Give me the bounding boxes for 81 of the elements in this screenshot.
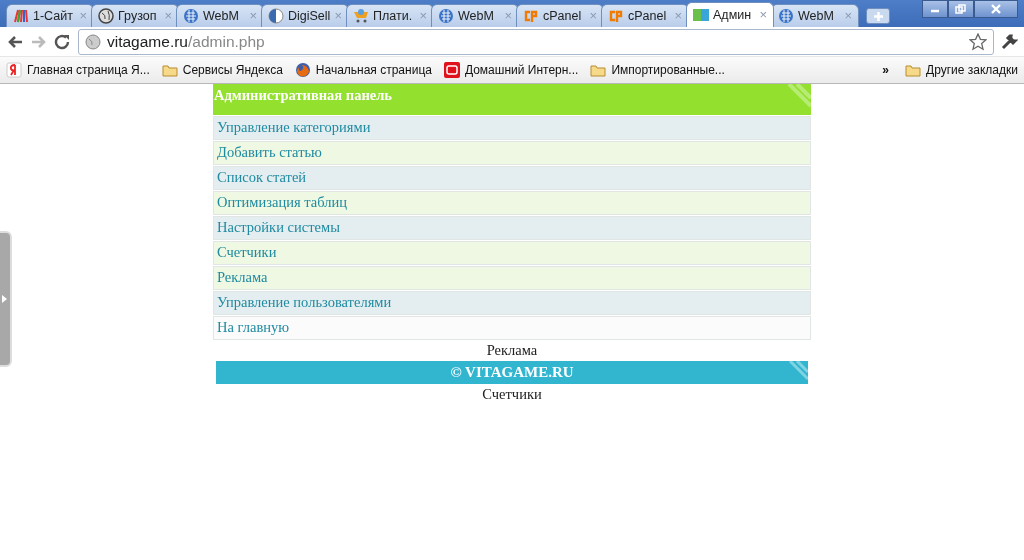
tab-title: WebM xyxy=(458,7,495,25)
menu-link[interactable]: Счетчики xyxy=(213,241,811,265)
menu-link[interactable]: Настройки системы xyxy=(213,216,811,240)
half-circle-icon xyxy=(268,8,284,24)
globe-icon xyxy=(183,8,199,24)
close-icon[interactable]: × xyxy=(844,6,852,26)
ad-label: Реклама xyxy=(485,341,539,360)
close-button[interactable] xyxy=(974,0,1018,18)
copyright-text: © VITAGAME.RU xyxy=(450,364,574,380)
browser-tab[interactable]: Плати. × xyxy=(346,4,434,27)
url-text: vitagame.ru/admin.php xyxy=(107,31,265,52)
close-icon[interactable]: × xyxy=(674,6,682,26)
menu-link[interactable]: Список статей xyxy=(213,166,811,190)
tab-title: WebM xyxy=(203,7,240,25)
yandex-icon xyxy=(6,62,22,78)
address-bar[interactable]: vitagame.ru/admin.php xyxy=(78,28,994,55)
tv-icon xyxy=(443,62,460,78)
browser-tab[interactable]: cPanel × xyxy=(601,4,689,27)
bookmark-link[interactable]: Другие закладки xyxy=(905,61,1018,79)
tab-title: DigiSell xyxy=(288,7,331,25)
browser-tab[interactable]: WebM × xyxy=(176,4,264,27)
close-icon[interactable]: × xyxy=(504,6,512,26)
restore-icon xyxy=(955,4,967,14)
rainbow-icon xyxy=(13,8,29,24)
menu-link[interactable]: Управление категориями xyxy=(213,116,811,140)
back-icon[interactable] xyxy=(6,33,24,50)
tab-title: cPanel xyxy=(628,7,668,25)
close-icon[interactable]: × xyxy=(589,6,597,26)
reload-icon[interactable] xyxy=(54,33,72,50)
globe-icon xyxy=(98,8,114,24)
browser-tab[interactable]: 1-Сайт × xyxy=(6,4,94,27)
tab-title: Плати. xyxy=(373,7,414,25)
menu-link[interactable]: Управление пользователями xyxy=(213,291,811,315)
browser-tab[interactable]: Грузоп × xyxy=(91,4,179,27)
bookmark-link[interactable]: Импортированные... xyxy=(590,61,725,79)
minimize-button[interactable] xyxy=(922,0,948,18)
close-icon[interactable]: × xyxy=(419,6,427,26)
cart-icon xyxy=(353,8,369,24)
menu-link[interactable]: Оптимизация таблиц xyxy=(213,191,811,215)
tab-title: cPanel xyxy=(543,7,583,25)
arrow-icon xyxy=(2,295,7,303)
browser-tab[interactable]: Админ × xyxy=(686,2,774,27)
counters-label: Счетчики xyxy=(481,385,543,404)
star-icon[interactable] xyxy=(969,32,987,51)
menu-link[interactable]: Реклама xyxy=(213,266,811,290)
bookmark-link[interactable]: Домашний Интерн... xyxy=(443,61,579,79)
close-icon[interactable]: × xyxy=(759,5,767,25)
new-tab-button[interactable] xyxy=(866,8,890,24)
close-icon[interactable]: × xyxy=(334,6,342,26)
plus-icon xyxy=(873,11,883,21)
close-icon xyxy=(990,4,1002,14)
ms-logo-icon xyxy=(693,7,709,23)
tab-title: WebM xyxy=(798,7,835,25)
menu-link[interactable]: На главную xyxy=(213,316,811,340)
menu-link[interactable]: Добавить статью xyxy=(213,141,811,165)
tab-title: Админ xyxy=(713,6,753,24)
tab-title: 1-Сайт xyxy=(33,7,74,25)
folder-icon xyxy=(905,62,922,78)
firefox-icon xyxy=(294,62,311,78)
close-icon[interactable]: × xyxy=(164,6,172,26)
bookmark-link[interactable]: Главная страница Я... xyxy=(6,61,150,79)
globe-icon xyxy=(85,33,101,50)
wrench-icon[interactable] xyxy=(1000,32,1018,51)
browser-tab[interactable]: cPanel × xyxy=(516,4,604,27)
more-bookmarks-button[interactable]: » xyxy=(882,61,890,79)
bookmark-link[interactable]: Начальная страница xyxy=(294,61,432,79)
bookmark-link[interactable]: Сервисы Яндекса xyxy=(161,61,283,79)
panel-title: Административная панель xyxy=(214,87,392,103)
globe-icon xyxy=(438,8,454,24)
restore-button[interactable] xyxy=(948,0,974,18)
browser-tab[interactable]: WebM × xyxy=(431,4,519,27)
close-icon[interactable]: × xyxy=(249,6,257,26)
browser-tab[interactable]: DigiSell × xyxy=(261,4,349,27)
globe-icon xyxy=(778,8,794,24)
close-icon[interactable]: × xyxy=(79,6,87,26)
folder-icon xyxy=(161,62,178,78)
browser-tab[interactable]: WebM × xyxy=(771,4,859,27)
cpanel-icon xyxy=(608,8,624,24)
folder-icon xyxy=(590,62,607,78)
cpanel-icon xyxy=(523,8,539,24)
tab-title: Грузоп xyxy=(118,7,158,25)
